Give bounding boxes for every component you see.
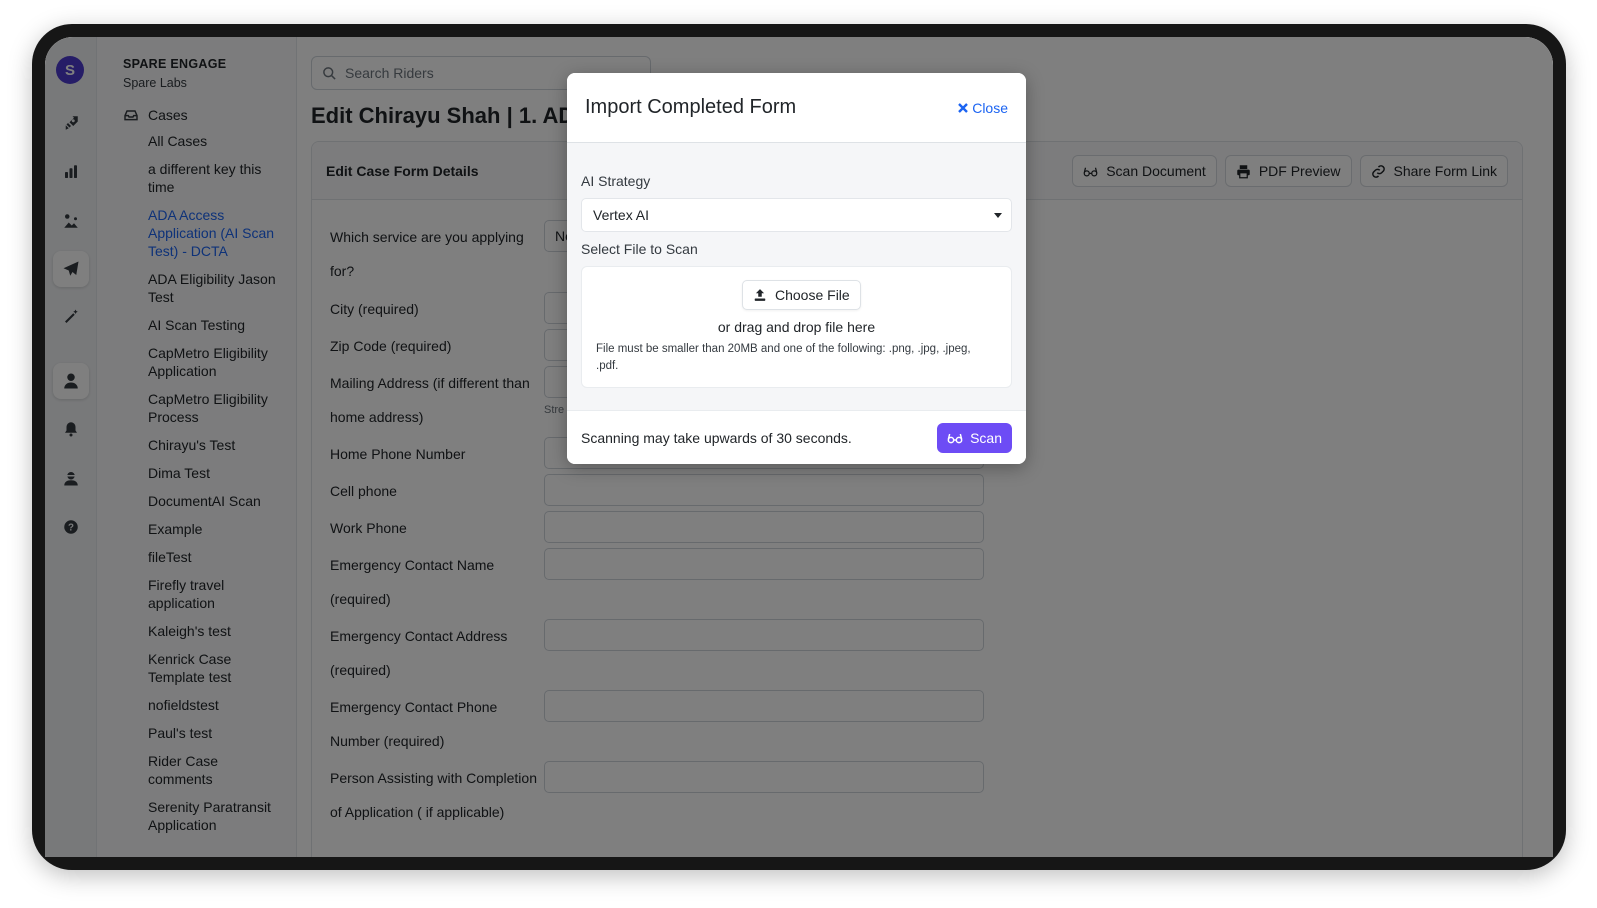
- caret-down-icon: [994, 212, 1002, 218]
- modal-title: Import Completed Form: [585, 96, 797, 118]
- modal-body: AI Strategy Vertex AI Select File to Sca…: [567, 143, 1026, 410]
- import-form-modal: Import Completed Form Close AI Strategy …: [567, 73, 1026, 464]
- ai-strategy-label: AI Strategy: [581, 173, 651, 189]
- device-frame: S: [32, 24, 1566, 870]
- close-button[interactable]: Close: [958, 100, 1008, 116]
- close-icon: [958, 102, 969, 113]
- modal-footer: Scanning may take upwards of 30 seconds.…: [567, 410, 1026, 464]
- drag-drop-text: or drag and drop file here: [717, 319, 876, 335]
- close-label: Close: [972, 99, 1008, 116]
- file-requirements-note: File must be smaller than 20MB and one o…: [596, 343, 971, 372]
- app-screen: S: [45, 37, 1553, 857]
- select-file-label: Select File to Scan: [581, 241, 698, 257]
- choose-file-button[interactable]: Choose File: [742, 280, 861, 310]
- ai-strategy-value: Vertex AI: [593, 207, 650, 223]
- choose-file-label: Choose File: [775, 287, 850, 303]
- file-dropzone[interactable]: Choose File or drag and drop file here F…: [581, 266, 1012, 388]
- scan-button[interactable]: Scan: [937, 422, 1012, 453]
- ai-strategy-select[interactable]: Vertex AI: [581, 198, 1012, 232]
- scan-label: Scan: [970, 429, 1002, 446]
- upload-icon: [754, 289, 766, 301]
- modal-header: Import Completed Form Close: [567, 73, 1026, 143]
- scan-duration-note: Scanning may take upwards of 30 seconds.: [581, 429, 852, 446]
- glasses-icon: [947, 433, 963, 443]
